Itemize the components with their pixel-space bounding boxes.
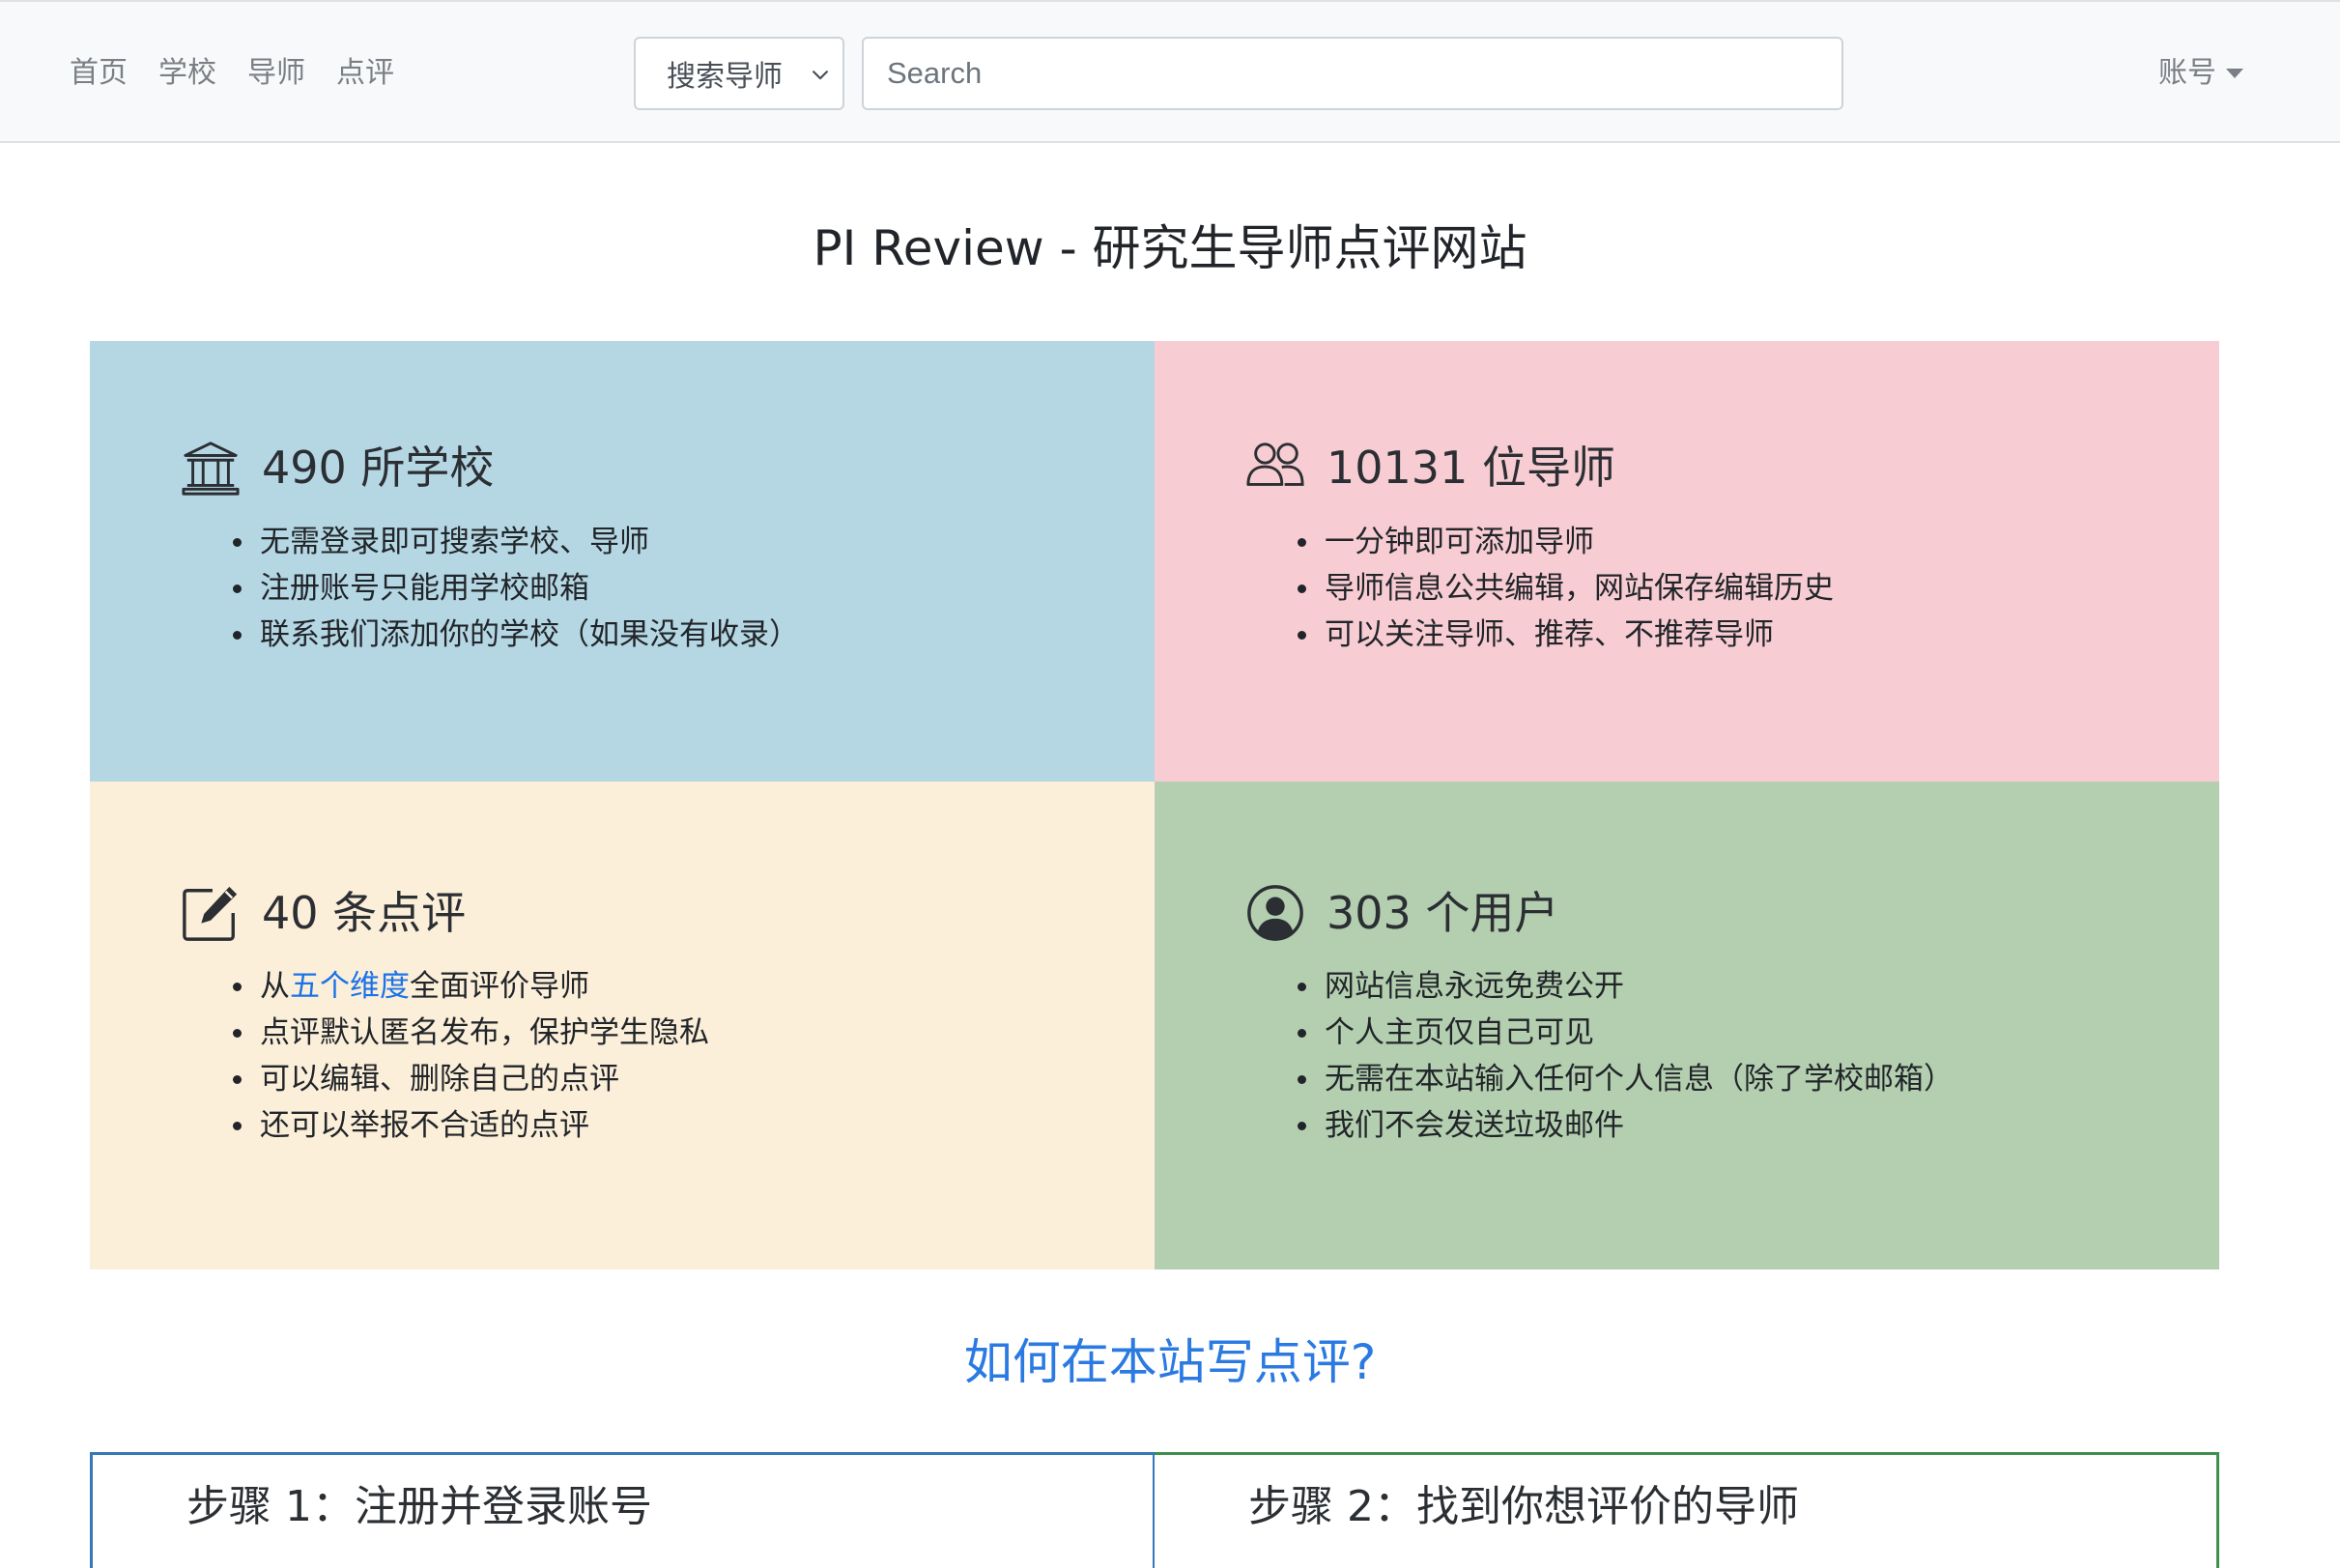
list-item: 从五个维度全面评价导师: [233, 963, 709, 1010]
list-item: 无需在本站输入任何个人信息（除了学校邮箱）: [1298, 1056, 1954, 1102]
step-title: 步骤 2：找到你想评价的导师: [1248, 1482, 1799, 1531]
list-item: 可以编辑、删除自己的点评: [233, 1056, 709, 1102]
page-title: PI Review - 研究生导师点评网站: [813, 220, 1527, 276]
feature-list: 无需登录即可搜索学校、导师 注册账号只能用学校邮箱 联系我们添加你的学校（如果没…: [233, 519, 799, 658]
card-header: 303 个用户: [1245, 883, 1558, 943]
search-type-label: 搜索导师: [667, 60, 783, 94]
top-navbar: 首页 学校 导师 点评 搜索导师 账号: [0, 0, 2340, 143]
nav-link-schools[interactable]: 学校: [158, 52, 216, 95]
list-item-prefix: 从: [260, 969, 290, 1004]
caret-down-icon: [2226, 69, 2243, 78]
list-item: 还可以举报不合适的点评: [233, 1102, 709, 1149]
five-dimensions-link[interactable]: 五个维度: [290, 969, 410, 1004]
feature-card-reviews: 40 条点评 从五个维度全面评价导师 点评默认匿名发布，保护学生隐私 可以编辑、…: [90, 782, 1155, 1269]
howto-heading-link[interactable]: 如何在本站写点评?: [0, 1324, 2340, 1401]
feature-list: 一分钟即可添加导师 导师信息公共编辑，网站保存编辑历史 可以关注导师、推荐、不推…: [1298, 519, 1834, 658]
step-title: 步骤 1：注册并登录账号: [186, 1482, 652, 1531]
list-item: 点评默认匿名发布，保护学生隐私: [233, 1010, 709, 1056]
feature-list: 网站信息永远免费公开 个人主页仅自己可见 无需在本站输入任何个人信息（除了学校邮…: [1298, 963, 1954, 1149]
user-circle-icon: [1247, 885, 1303, 941]
nav-link-advisors[interactable]: 导师: [247, 52, 305, 95]
card-title: 490 所学校: [262, 442, 495, 494]
list-item: 无需登录即可搜索学校、导师: [233, 519, 799, 565]
nav-link-home[interactable]: 首页: [70, 52, 128, 95]
people-icon: [1246, 442, 1304, 486]
list-item: 可以关注导师、推荐、不推荐导师: [1298, 612, 1834, 658]
account-dropdown[interactable]: 账号: [2158, 52, 2243, 95]
list-item: 联系我们添加你的学校（如果没有收录）: [233, 612, 799, 658]
list-item: 网站信息永远免费公开: [1298, 963, 1954, 1010]
feature-card-schools: 490 所学校 无需登录即可搜索学校、导师 注册账号只能用学校邮箱 联系我们添加…: [90, 341, 1155, 782]
card-header: 490 所学校: [181, 438, 494, 498]
card-header: 40 条点评: [181, 883, 466, 943]
list-item-suffix: 全面评价导师: [410, 969, 589, 1004]
card-title: 303 个用户: [1327, 887, 1559, 939]
feature-card-advisors: 10131 位导师 一分钟即可添加导师 导师信息公共编辑，网站保存编辑历史 可以…: [1155, 341, 2219, 782]
nav-links: 首页 学校 导师 点评: [70, 52, 394, 95]
card-title: 40 条点评: [262, 887, 467, 939]
feature-grid: 490 所学校 无需登录即可搜索学校、导师 注册账号只能用学校邮箱 联系我们添加…: [90, 341, 2219, 1269]
card-header: 10131 位导师: [1245, 438, 1615, 498]
list-item: 导师信息公共编辑，网站保存编辑历史: [1298, 565, 1834, 612]
card-title: 10131 位导师: [1327, 442, 1615, 494]
step-card-1: 步骤 1：注册并登录账号: [90, 1452, 1155, 1568]
nav-link-reviews[interactable]: 点评: [336, 52, 394, 95]
list-item: 我们不会发送垃圾邮件: [1298, 1102, 1954, 1149]
university-icon: [182, 442, 240, 496]
feature-list: 从五个维度全面评价导师 点评默认匿名发布，保护学生隐私 可以编辑、删除自己的点评…: [233, 963, 709, 1149]
search-input[interactable]: [862, 37, 1843, 110]
account-label: 账号: [2158, 56, 2216, 90]
chevron-down-icon: [813, 71, 828, 80]
edit-icon: [183, 886, 238, 941]
list-item: 注册账号只能用学校邮箱: [233, 565, 799, 612]
step-card-2: 步骤 2：找到你想评价的导师: [1155, 1452, 2219, 1568]
list-item: 个人主页仅自己可见: [1298, 1010, 1954, 1056]
search-type-select[interactable]: 搜索导师: [634, 37, 844, 110]
list-item: 一分钟即可添加导师: [1298, 519, 1834, 565]
feature-card-users: 303 个用户 网站信息永远免费公开 个人主页仅自己可见 无需在本站输入任何个人…: [1155, 782, 2219, 1269]
